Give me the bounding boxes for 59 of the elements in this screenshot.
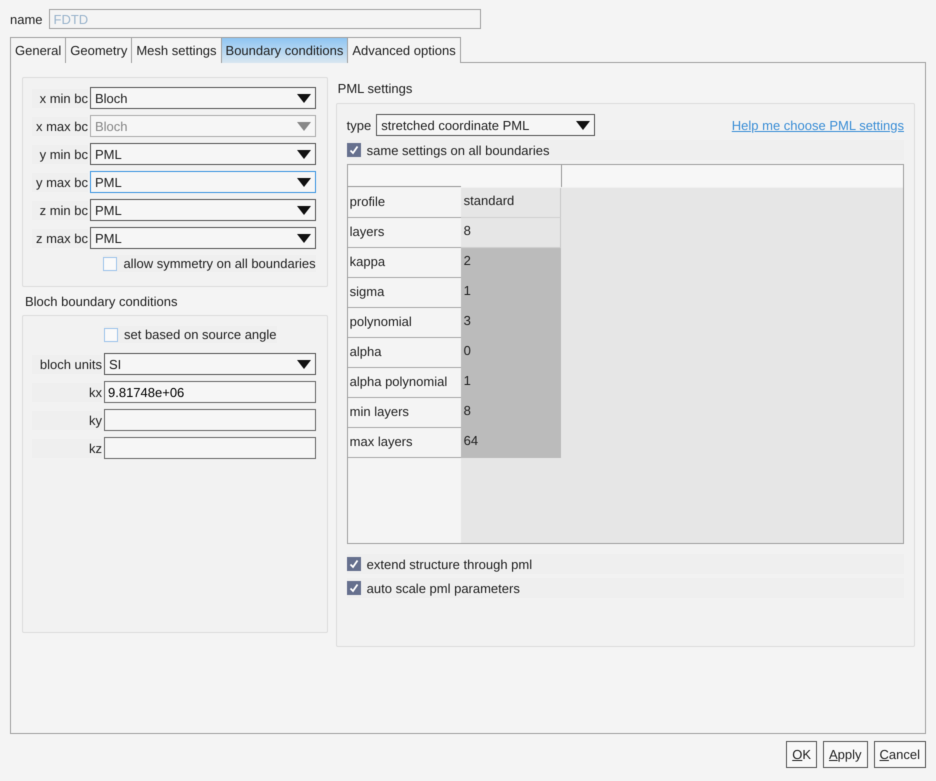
tab[interactable]: Geometry xyxy=(65,37,132,63)
table-cell: 8 xyxy=(460,398,561,428)
checkbox-label: allow symmetry on all boundaries xyxy=(123,256,316,271)
input-field[interactable] xyxy=(104,437,316,459)
checkbox-label: extend structure through pml xyxy=(366,556,532,572)
name-field[interactable]: FDTD xyxy=(48,9,481,29)
table-cell: 64 xyxy=(460,428,561,458)
dialog-button[interactable]: Cancel xyxy=(874,741,926,768)
checkbox-label: auto scale pml parameters xyxy=(366,580,520,596)
field-label: type xyxy=(346,118,372,132)
checkbox-label: set based on source angle xyxy=(124,327,276,342)
table-cell: min layers xyxy=(348,398,461,428)
tab[interactable]: Advanced options xyxy=(347,37,461,63)
table-cell: 2 xyxy=(460,248,561,278)
table-cell: profile xyxy=(348,188,461,218)
section-title: Bloch boundary conditions xyxy=(24,293,178,311)
dropdown[interactable]: SI xyxy=(104,353,316,375)
checkbox[interactable] xyxy=(346,581,361,595)
dropdown[interactable]: PML xyxy=(90,143,316,165)
table-cell: layers xyxy=(348,218,461,248)
table-cell: alpha xyxy=(348,338,461,368)
table-cell: alpha polynomial xyxy=(348,368,461,398)
caret-icon xyxy=(296,360,311,368)
caret-icon xyxy=(296,122,311,130)
tab[interactable]: Boundary conditions xyxy=(220,37,348,63)
checkbox[interactable] xyxy=(103,256,118,270)
dialog-button[interactable]: OK xyxy=(786,741,817,768)
input-field[interactable] xyxy=(104,409,316,431)
table-cell: sigma xyxy=(348,278,461,308)
tab[interactable]: Mesh settings xyxy=(131,37,222,63)
caret-icon xyxy=(296,234,311,242)
table-cell[interactable]: 8 xyxy=(460,218,561,248)
dropdown[interactable]: PML xyxy=(90,171,316,193)
table-cell[interactable]: standard xyxy=(460,188,561,218)
caret-icon xyxy=(296,94,311,102)
table-cell: 1 xyxy=(460,368,561,398)
table-cell: max layers xyxy=(348,428,461,458)
input-field[interactable]: 9.81748e+06 xyxy=(104,381,316,403)
dropdown[interactable]: stretched coordinate PML xyxy=(376,114,596,136)
checkbox[interactable] xyxy=(104,328,118,342)
name-label: name xyxy=(10,12,43,26)
table-cell: 3 xyxy=(460,308,561,338)
checkbox-label: same settings on all boundaries xyxy=(366,142,550,158)
dropdown[interactable]: PML xyxy=(90,199,316,221)
dropdown[interactable]: PML xyxy=(90,227,316,249)
table-cell: 1 xyxy=(460,278,561,308)
caret-icon xyxy=(296,206,311,214)
table-cell: kappa xyxy=(348,248,461,278)
dialog-button[interactable]: Apply xyxy=(823,741,868,768)
caret-icon xyxy=(296,150,311,158)
checkbox[interactable] xyxy=(346,143,361,157)
caret-icon xyxy=(296,178,311,186)
section-title: PML settings xyxy=(336,80,414,98)
table-cell: polynomial xyxy=(348,308,461,338)
tab[interactable]: General xyxy=(10,37,66,63)
checkbox[interactable] xyxy=(346,557,361,571)
caret-icon xyxy=(576,120,590,130)
table-cell: 0 xyxy=(460,338,561,368)
dropdown[interactable]: Bloch xyxy=(90,87,316,109)
